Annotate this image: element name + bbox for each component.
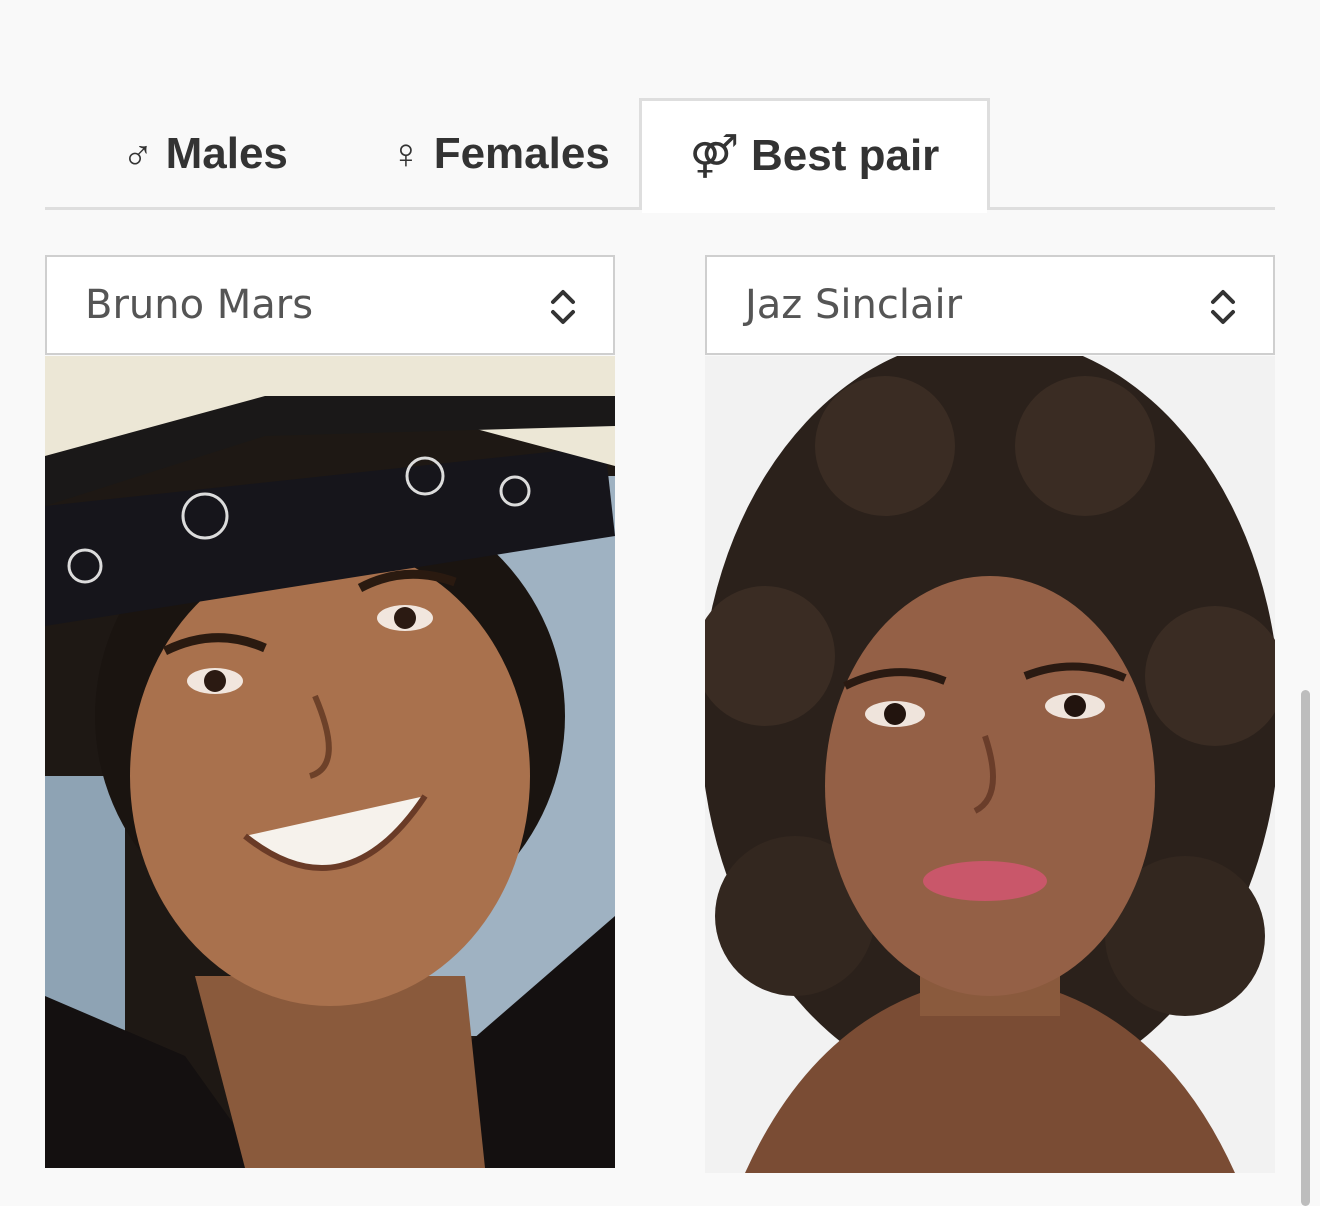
chevron-updown-icon	[551, 290, 575, 324]
female-select[interactable]: Jaz Sinclair	[705, 255, 1275, 355]
female-select-value: Jaz Sinclair	[745, 282, 963, 328]
tab-bar: ♂ Males ♀ Females ⚤ Best pair	[45, 98, 1275, 213]
male-select-value: Bruno Mars	[85, 282, 314, 328]
male-select[interactable]: Bruno Mars	[45, 255, 615, 355]
page: ♂ Males ♀ Females ⚤ Best pair Bruno Mars…	[0, 0, 1320, 1206]
tab-best-pair[interactable]: ⚤ Best pair	[639, 98, 990, 213]
tab-females[interactable]: ♀ Females	[355, 98, 645, 210]
female-icon: ♀	[390, 130, 422, 177]
tab-males[interactable]: ♂ Males	[85, 98, 325, 210]
tab-best-pair-label: Best pair	[751, 130, 940, 180]
male-icon: ♂	[122, 130, 154, 177]
tab-males-label: Males	[165, 129, 288, 178]
scrollbar[interactable]	[1301, 690, 1310, 1206]
tab-females-label: Females	[433, 129, 610, 178]
female-photo	[705, 356, 1275, 1173]
chevron-updown-icon	[1211, 290, 1235, 324]
male-photo	[45, 356, 615, 1168]
pair-icon: ⚤	[689, 132, 740, 179]
